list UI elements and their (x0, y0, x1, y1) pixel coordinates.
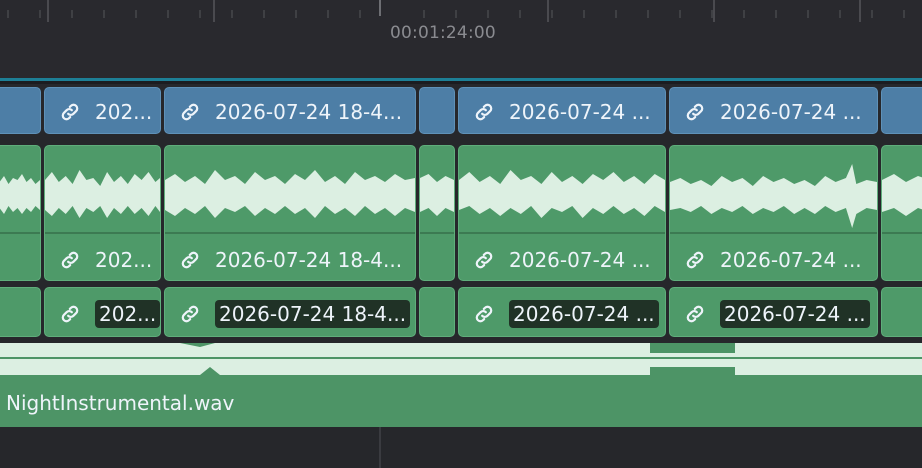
waveform-baseline (882, 232, 922, 234)
link-icon (61, 305, 79, 323)
video-clip[interactable] (419, 87, 455, 134)
video-clip[interactable] (0, 87, 41, 134)
clip-title: 202... (59, 100, 152, 124)
link-icon (61, 251, 79, 269)
clip-title: 2026-07-24 18-4... (179, 100, 402, 124)
waveform-baseline (420, 232, 454, 234)
clip-label-text: 2026-07-24 ... (509, 300, 659, 328)
track-separator-dark (0, 81, 922, 84)
audio-clip[interactable]: 2026-07-24 ... (669, 287, 878, 337)
music-clip-label: NightInstrumental.wav (6, 391, 235, 415)
clip-title: 2026-07-24 ... (684, 248, 862, 272)
clip-label-text: 2026-07-24 18-4... (215, 100, 403, 124)
link-icon (475, 251, 493, 269)
clip-title: 2026-07-24 18-4... (179, 248, 402, 272)
audio-waveform (670, 164, 877, 228)
clip-label-text: 202... (95, 100, 153, 124)
audio-clip[interactable]: 2026-07-24 18-4... (164, 145, 416, 281)
music-waveform-shape (0, 343, 922, 375)
waveform-baseline (165, 232, 415, 234)
waveform-baseline (45, 232, 160, 234)
audio-clip[interactable] (419, 287, 455, 337)
link-icon (181, 251, 199, 269)
audio-clip[interactable] (419, 145, 455, 281)
clip-label-text: 2026-07-24 ... (509, 248, 651, 272)
clip-label-text: 2026-07-24 18-4... (215, 300, 411, 328)
clip-title: 2026-07-24 ... (473, 248, 651, 272)
playhead-marker[interactable] (379, 0, 381, 16)
link-icon (475, 305, 493, 323)
ruler-ticks (7, 0, 905, 22)
link-icon (181, 103, 199, 121)
audio-clip[interactable]: 2026-07-24 ... (458, 145, 666, 281)
audio-clip[interactable] (881, 287, 922, 337)
audio-clip[interactable]: 202... (44, 145, 161, 281)
clip-title: 2026-07-24 18-4... (179, 300, 411, 328)
clip-title: 202... (59, 300, 160, 328)
music-waveform (0, 343, 922, 375)
link-icon (475, 103, 493, 121)
audio-waveform (882, 174, 922, 216)
timeline-ruler[interactable]: 00:01:24:00 (0, 0, 922, 78)
video-clip[interactable]: 2026-07-24 ... (669, 87, 878, 134)
link-icon (686, 103, 704, 121)
video-clip[interactable]: 202... (44, 87, 161, 134)
clip-label-text: 2026-07-24 ... (720, 100, 862, 124)
video-clip[interactable] (881, 87, 922, 134)
clip-title: 202... (59, 248, 152, 272)
clip-label-text: 2026-07-24 ... (720, 300, 870, 328)
audio-clip[interactable] (0, 287, 41, 337)
clip-label-text: 202... (95, 248, 153, 272)
clip-title: 2026-07-24 ... (684, 300, 870, 328)
clip-title: 2026-07-24 ... (473, 300, 659, 328)
link-icon (181, 305, 199, 323)
waveform-baseline (670, 232, 877, 234)
clip-label-text: 2026-07-24 ... (720, 248, 862, 272)
music-clip[interactable]: NightInstrumental.wav (0, 343, 922, 427)
waveform-baseline (0, 232, 40, 234)
clip-label-text: 2026-07-24 ... (509, 100, 651, 124)
audio-waveform (45, 170, 160, 218)
video-clip[interactable]: 2026-07-24 18-4... (164, 87, 416, 134)
audio-clip[interactable]: 202... (44, 287, 161, 337)
video-clip[interactable]: 2026-07-24 ... (458, 87, 666, 134)
audio-clip[interactable] (0, 145, 41, 281)
link-icon (686, 251, 704, 269)
waveform-baseline (459, 232, 665, 234)
clip-title: 2026-07-24 ... (473, 100, 651, 124)
clip-label-text: 2026-07-24 18-4... (215, 248, 403, 272)
clip-label-text: 202... (95, 300, 160, 328)
link-icon (61, 103, 79, 121)
audio-clip[interactable]: 2026-07-24 ... (458, 287, 666, 337)
audio-clip[interactable]: 2026-07-24 18-4... (164, 287, 416, 337)
playhead-line (379, 427, 381, 468)
link-icon (686, 305, 704, 323)
audio-waveform (165, 170, 415, 218)
audio-clip[interactable] (881, 145, 922, 281)
audio-clip[interactable]: 2026-07-24 ... (669, 145, 878, 281)
clip-title: 2026-07-24 ... (684, 100, 862, 124)
audio-waveform (420, 174, 454, 216)
audio-waveform (0, 174, 40, 214)
audio-waveform (459, 170, 665, 218)
ruler-timecode: 00:01:24:00 (390, 23, 496, 43)
